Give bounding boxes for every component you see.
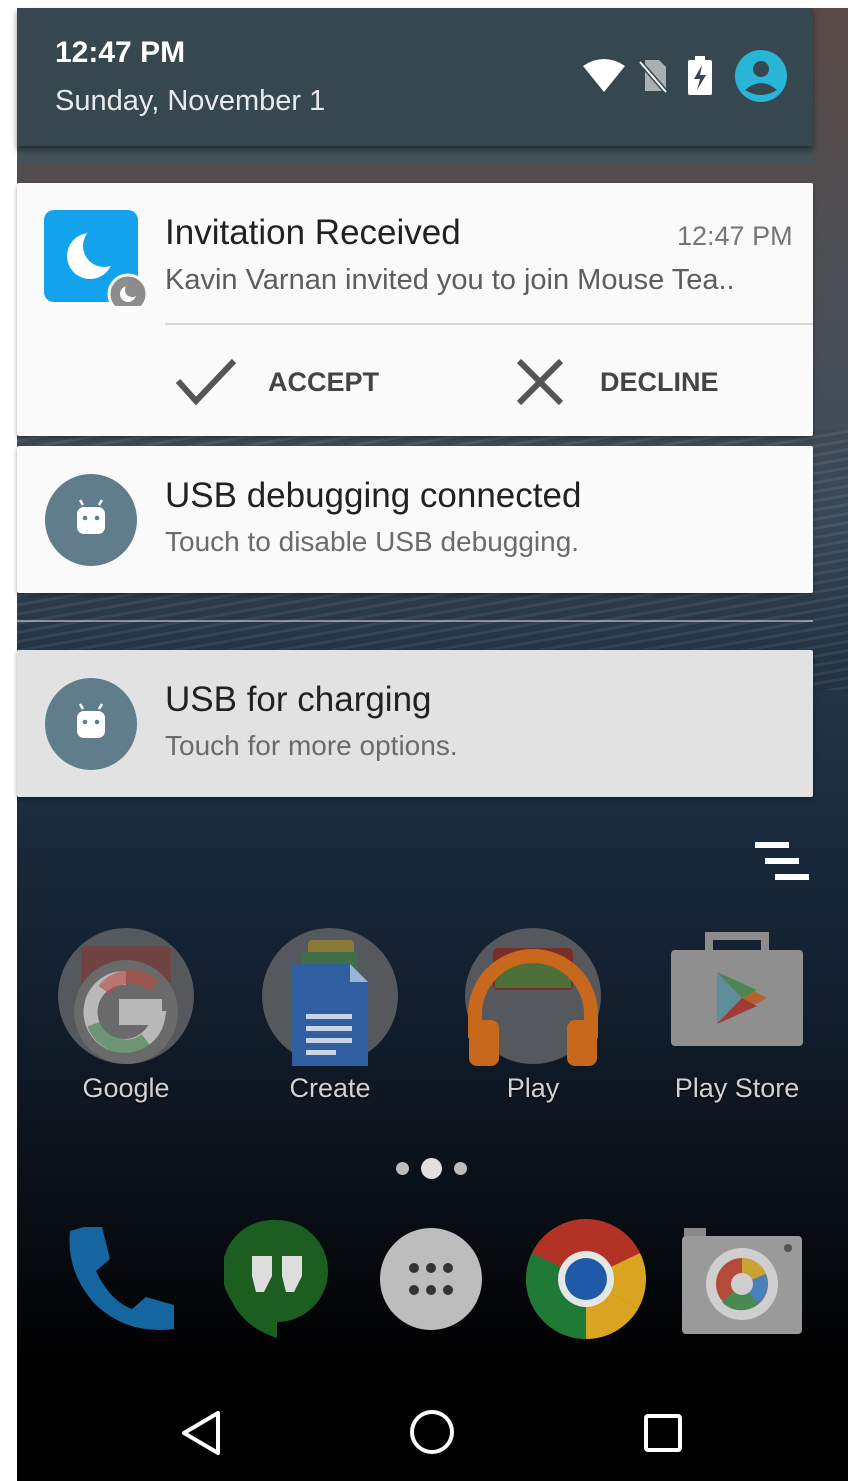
google-folder[interactable]: Google — [46, 928, 206, 1104]
top-band — [17, 0, 848, 8]
wifi-icon — [583, 59, 625, 92]
header-strip — [17, 146, 813, 164]
usb-debugging-notification[interactable]: USB debugging connected Touch to disable… — [17, 446, 813, 593]
create-folder[interactable]: Create — [250, 928, 410, 1104]
create-folder-icon — [262, 928, 398, 1066]
home-icon[interactable] — [408, 1408, 456, 1456]
notification-time: 12:47 PM — [677, 221, 793, 251]
app-label: Play — [506, 1073, 560, 1103]
notification-text: Touch for more options. — [165, 730, 458, 761]
recents-icon[interactable] — [643, 1413, 683, 1453]
play-store-app[interactable]: Play Store — [657, 928, 817, 1104]
android-icon — [45, 678, 137, 770]
no-sim-icon — [639, 60, 667, 94]
battery-charging-icon — [688, 56, 712, 95]
clock: 12:47 PM — [55, 36, 186, 69]
notification-text: Touch to disable USB debugging. — [165, 526, 580, 557]
notification-section-divider — [17, 620, 813, 622]
notification-text: Kavin Varnan invited you to join Mouse T… — [165, 264, 735, 296]
actions-divider — [165, 323, 813, 325]
app-label: Play Store — [674, 1073, 800, 1103]
hangouts-icon[interactable] — [224, 1218, 330, 1340]
accept-button[interactable]: ACCEPT — [174, 352, 379, 412]
close-icon — [516, 358, 564, 406]
notification-title: Invitation Received — [165, 213, 461, 252]
camera-icon[interactable] — [680, 1226, 804, 1336]
date: Sunday, November 1 — [55, 85, 326, 117]
app-label: Create — [289, 1073, 371, 1103]
page-indicator-active-dot — [421, 1158, 442, 1179]
chrome-icon[interactable] — [526, 1219, 646, 1339]
notification-header: 12:47 PM Sunday, November 1 — [17, 8, 813, 146]
app-drawer-icon[interactable] — [380, 1228, 482, 1330]
check-icon — [175, 358, 237, 406]
decline-label: DECLINE — [600, 366, 719, 397]
play-folder-icon — [465, 928, 601, 1066]
moon-icon — [44, 210, 149, 306]
notification-title: USB for charging — [165, 680, 432, 719]
google-folder-icon — [58, 928, 194, 1064]
notification-title: USB debugging connected — [165, 476, 582, 515]
app-label: Google — [82, 1073, 170, 1103]
phone-icon[interactable] — [66, 1225, 176, 1335]
android-icon — [45, 474, 137, 566]
clear-all-icon[interactable] — [755, 842, 811, 882]
page-indicator-dot — [454, 1162, 467, 1175]
usb-charging-notification[interactable]: USB for charging Touch for more options. — [17, 650, 813, 797]
play-folder[interactable]: Play — [453, 928, 613, 1104]
user-account-icon[interactable] — [735, 50, 787, 102]
invitation-notification[interactable]: Invitation Received 12:47 PM Kavin Varna… — [17, 183, 813, 436]
back-icon[interactable] — [180, 1410, 222, 1456]
decline-button[interactable]: DECLINE — [514, 352, 719, 412]
play-store-icon — [671, 932, 803, 1046]
accept-label: ACCEPT — [268, 366, 380, 397]
page-indicator-dot — [396, 1162, 409, 1175]
